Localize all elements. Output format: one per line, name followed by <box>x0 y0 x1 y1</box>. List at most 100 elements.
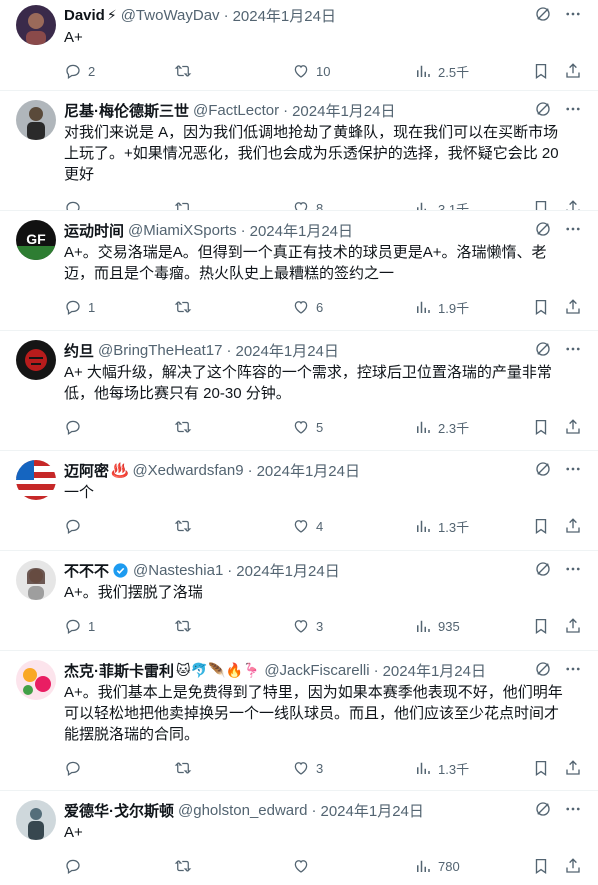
handle[interactable]: @gholston_edward <box>178 802 307 819</box>
retweet-button[interactable] <box>174 298 286 316</box>
handle[interactable]: @MiamiXSports <box>128 222 237 239</box>
avatar[interactable] <box>16 340 56 380</box>
tweet[interactable]: 爱德华·戈尔斯顿 @gholston_edward · 2024年1月24日 A… <box>0 791 598 885</box>
grok-icon[interactable] <box>534 100 552 118</box>
like-button[interactable]: 8 <box>292 199 408 210</box>
tweet[interactable]: 迈阿密 ♨️ @Xedwardsfan9 · 2024年1月24日 一个 4 1… <box>0 451 598 551</box>
timestamp[interactable]: 2024年1月24日 <box>320 800 423 820</box>
display-name[interactable]: 不不不 <box>64 560 109 580</box>
more-icon[interactable] <box>564 5 582 23</box>
like-button[interactable]: 6 <box>292 298 408 316</box>
more-icon[interactable] <box>564 660 582 678</box>
tweet[interactable]: 约旦 @BringTheHeat17 · 2024年1月24日 A+ 大幅升级，… <box>0 331 598 451</box>
bookmark-icon[interactable] <box>532 617 550 635</box>
timestamp[interactable]: 2024年1月24日 <box>233 5 336 25</box>
avatar[interactable]: GF <box>16 220 56 260</box>
bookmark-icon[interactable] <box>532 517 550 535</box>
bookmark-icon[interactable] <box>532 199 550 210</box>
views-button[interactable]: 1.3千 <box>414 759 526 778</box>
more-icon[interactable] <box>564 220 582 238</box>
share-icon[interactable] <box>564 517 582 535</box>
reply-button[interactable]: 1 <box>64 298 168 316</box>
retweet-button[interactable] <box>174 517 286 535</box>
share-icon[interactable] <box>564 298 582 316</box>
tweet[interactable]: GF 运动时间 @MiamiXSports · 2024年1月24日 A+。交易… <box>0 211 598 331</box>
bookmark-icon[interactable] <box>532 759 550 777</box>
grok-icon[interactable] <box>534 460 552 478</box>
handle[interactable]: @Xedwardsfan9 <box>132 462 243 479</box>
retweet-button[interactable] <box>174 62 286 80</box>
views-button[interactable]: 935 <box>414 617 526 635</box>
like-button[interactable]: 5 <box>292 418 408 436</box>
display-name[interactable]: 爱德华·戈尔斯顿 <box>64 800 174 820</box>
bookmark-icon[interactable] <box>532 62 550 80</box>
avatar[interactable] <box>16 660 56 700</box>
avatar[interactable] <box>16 5 56 45</box>
handle[interactable]: @FactLector <box>193 102 279 119</box>
display-name[interactable]: 杰克·菲斯卡雷利 <box>64 660 174 680</box>
handle[interactable]: @Nasteshia1 <box>133 562 223 579</box>
display-name[interactable]: 迈阿密 <box>64 460 109 480</box>
more-icon[interactable] <box>564 100 582 118</box>
grok-icon[interactable] <box>534 340 552 358</box>
avatar[interactable] <box>16 460 56 500</box>
display-name[interactable]: 运动时间 <box>64 220 124 240</box>
like-button[interactable]: 3 <box>292 759 408 777</box>
share-icon[interactable] <box>564 199 582 210</box>
reply-button[interactable] <box>64 759 168 777</box>
more-icon[interactable] <box>564 800 582 818</box>
grok-icon[interactable] <box>534 800 552 818</box>
timestamp[interactable]: 2024年1月24日 <box>383 660 486 680</box>
timestamp[interactable]: 2024年1月24日 <box>236 560 339 580</box>
grok-icon[interactable] <box>534 220 552 238</box>
handle[interactable]: @TwoWayDav <box>121 7 220 24</box>
reply-button[interactable]: 2 <box>64 62 168 80</box>
timestamp[interactable]: 2024年1月24日 <box>292 100 395 120</box>
retweet-button[interactable] <box>174 617 286 635</box>
grok-icon[interactable] <box>534 660 552 678</box>
share-icon[interactable] <box>564 617 582 635</box>
grok-icon[interactable] <box>534 560 552 578</box>
retweet-button[interactable] <box>174 199 286 210</box>
share-icon[interactable] <box>564 418 582 436</box>
reply-button[interactable] <box>64 418 168 436</box>
display-name[interactable]: 约旦 <box>64 340 94 360</box>
avatar[interactable] <box>16 560 56 600</box>
tweet[interactable]: 杰克·菲斯卡雷利 🐱🐬🪶🔥🦩 @JackFiscarelli · 2024年1月… <box>0 651 598 791</box>
more-icon[interactable] <box>564 460 582 478</box>
handle[interactable]: @JackFiscarelli <box>264 662 369 679</box>
more-icon[interactable] <box>564 560 582 578</box>
retweet-button[interactable] <box>174 759 286 777</box>
display-name[interactable]: David <box>64 7 105 24</box>
share-icon[interactable] <box>564 857 582 875</box>
timestamp[interactable]: 2024年1月24日 <box>235 340 338 360</box>
views-button[interactable]: 1.3千 <box>414 517 526 536</box>
like-button[interactable]: 4 <box>292 517 408 535</box>
reply-button[interactable] <box>64 857 168 875</box>
bookmark-icon[interactable] <box>532 418 550 436</box>
tweet[interactable]: David ⚡ @TwoWayDav · 2024年1月24日 A+ 2 10 <box>0 0 598 91</box>
like-button[interactable]: 10 <box>292 62 408 80</box>
views-button[interactable]: 3.1千 <box>414 199 526 210</box>
reply-button[interactable] <box>64 199 168 210</box>
bookmark-icon[interactable] <box>532 857 550 875</box>
display-name[interactable]: 尼基·梅伦德斯三世 <box>64 100 189 120</box>
views-button[interactable]: 1.9千 <box>414 298 526 317</box>
share-icon[interactable] <box>564 759 582 777</box>
reply-button[interactable]: 1 <box>64 617 168 635</box>
more-icon[interactable] <box>564 340 582 358</box>
avatar[interactable] <box>16 800 56 840</box>
bookmark-icon[interactable] <box>532 298 550 316</box>
tweet[interactable]: 不不不 @Nasteshia1 · 2024年1月24日 A+。我们摆脱了洛瑞 … <box>0 551 598 651</box>
like-button[interactable]: 3 <box>292 617 408 635</box>
avatar[interactable] <box>16 100 56 140</box>
grok-icon[interactable] <box>534 5 552 23</box>
views-button[interactable]: 780 <box>414 857 526 875</box>
like-button[interactable] <box>292 857 408 875</box>
timestamp[interactable]: 2024年1月24日 <box>257 460 360 480</box>
views-button[interactable]: 2.5千 <box>414 62 526 81</box>
reply-button[interactable] <box>64 517 168 535</box>
timestamp[interactable]: 2024年1月24日 <box>250 220 353 240</box>
handle[interactable]: @BringTheHeat17 <box>98 342 222 359</box>
tweet[interactable]: 尼基·梅伦德斯三世 @FactLector · 2024年1月24日 对我们来说… <box>0 91 598 211</box>
